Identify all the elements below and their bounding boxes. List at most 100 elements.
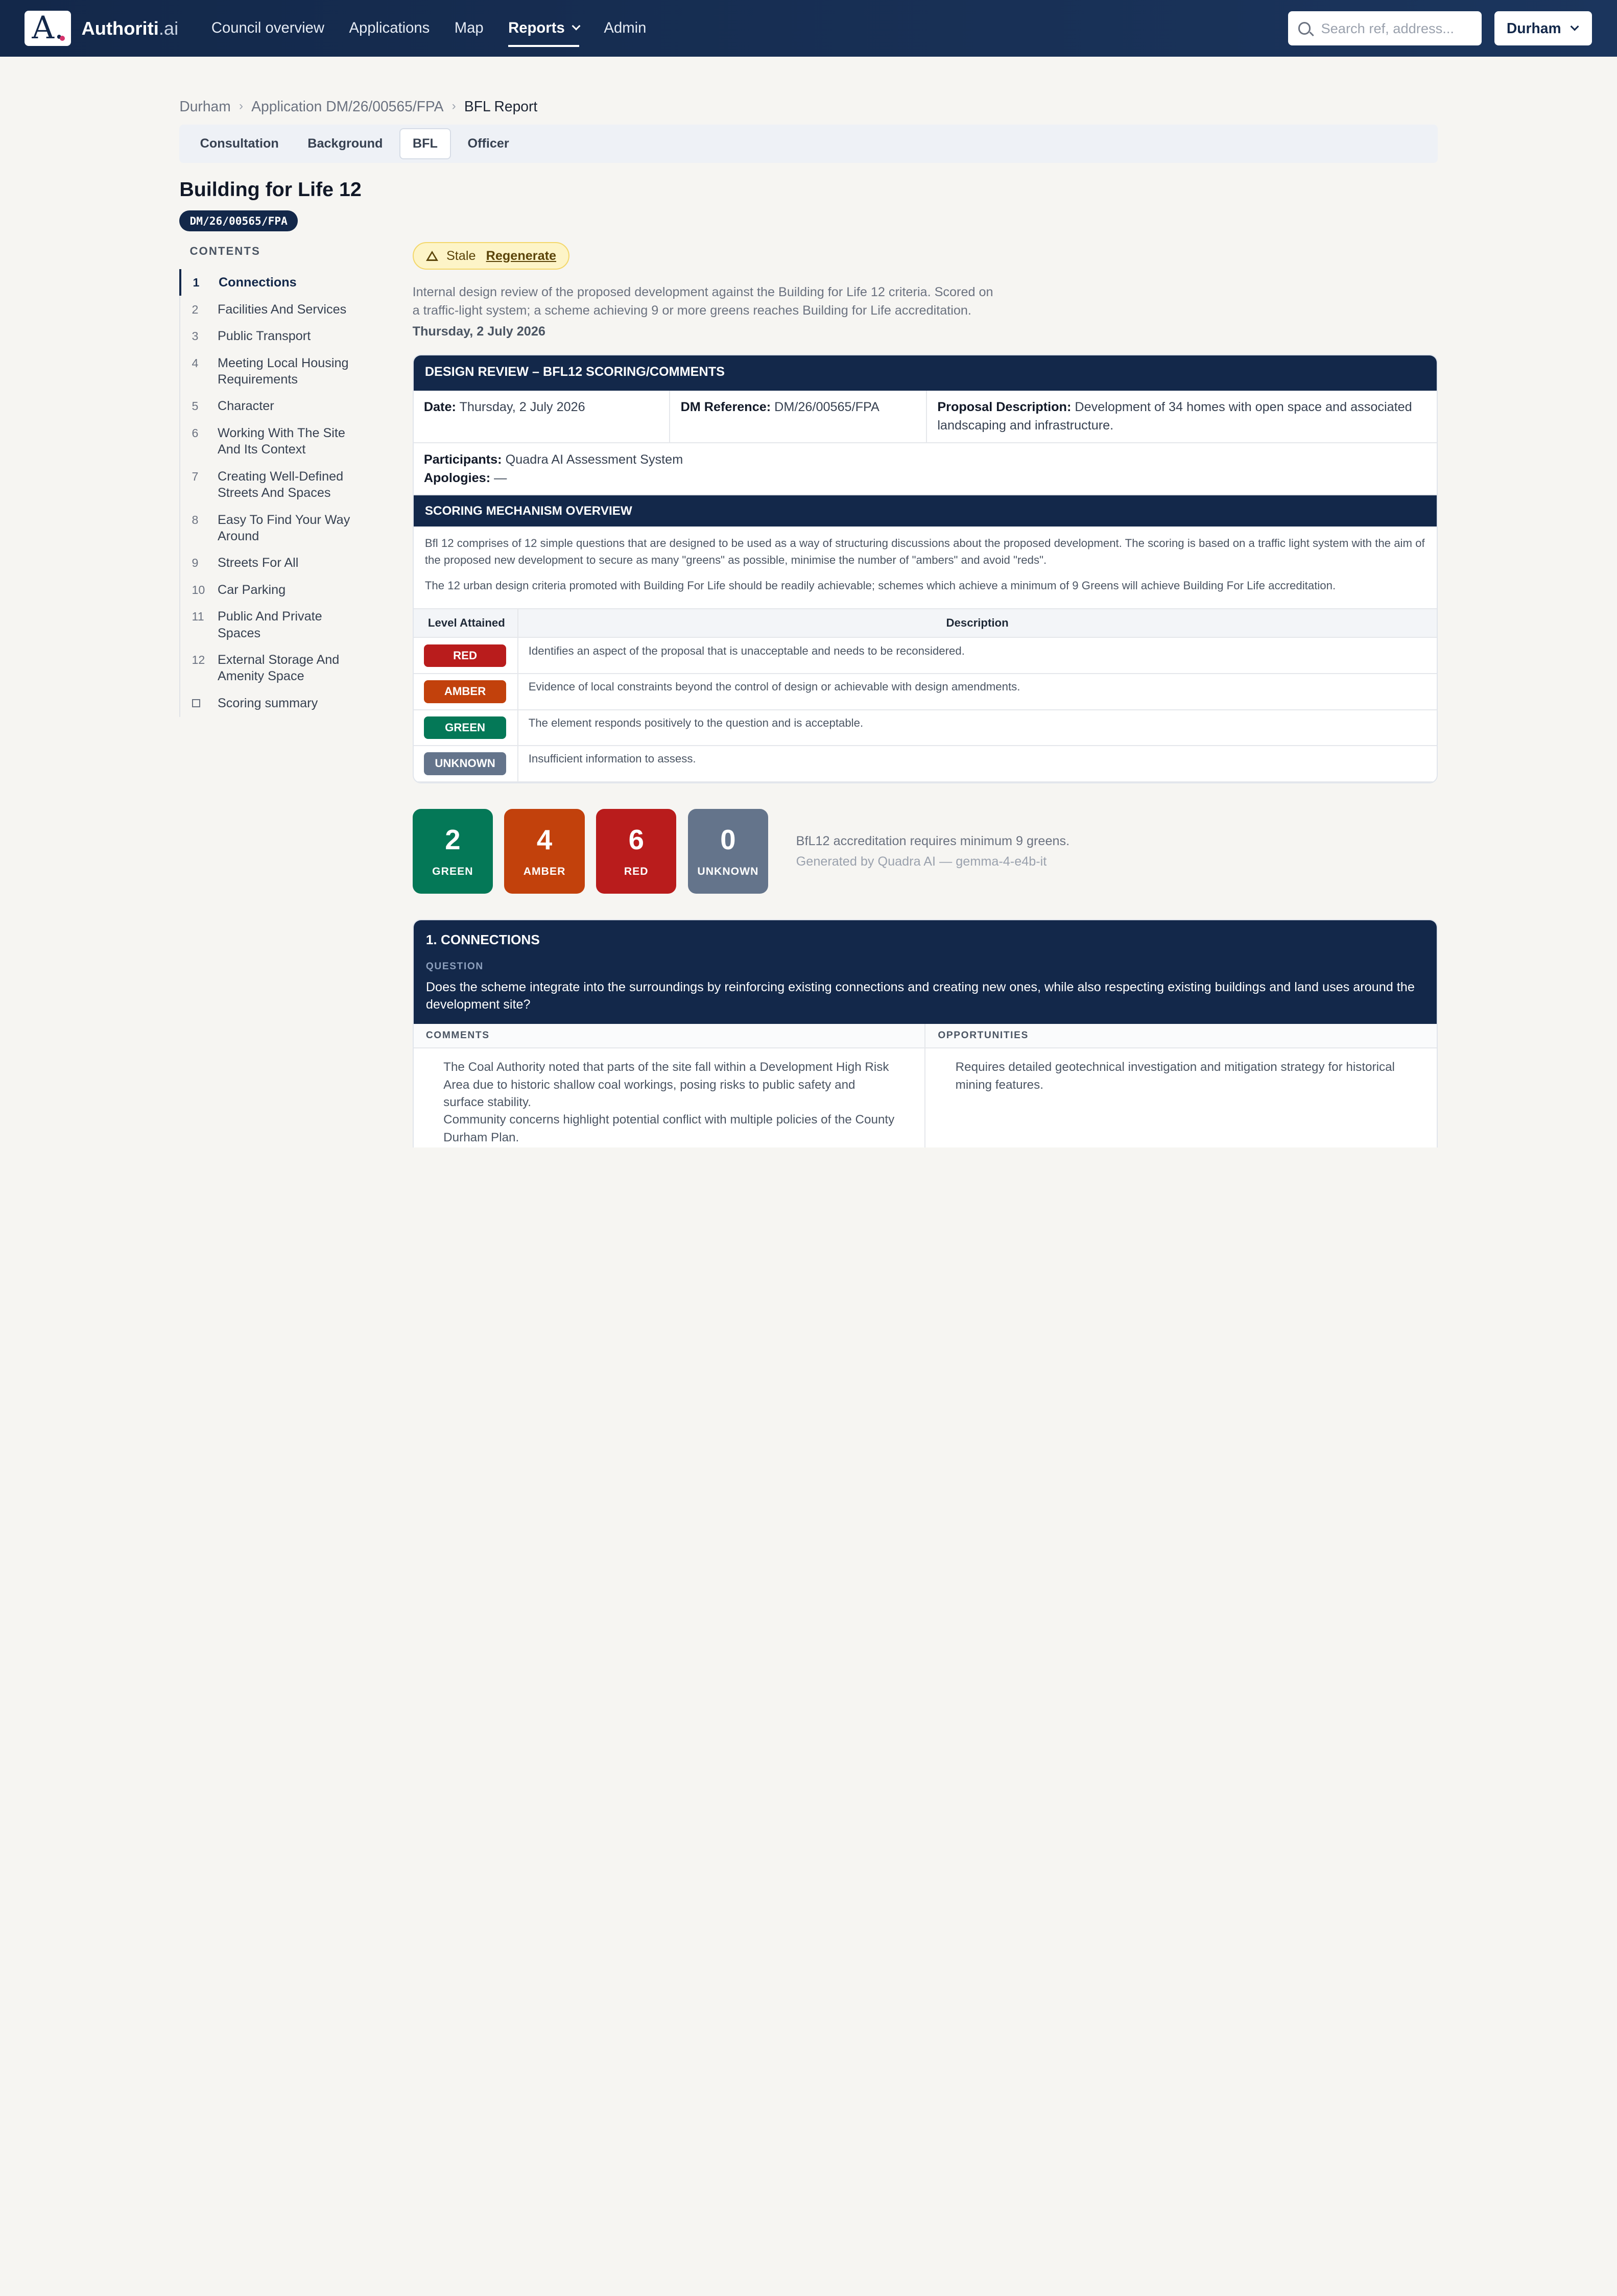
toc-item-housing[interactable]: 4 Meeting Local Housing Requirements <box>180 349 365 393</box>
logo-letter: A. <box>32 10 64 46</box>
breadcrumb-application[interactable]: Application DM/26/00565/FPA <box>251 98 443 115</box>
scoring-mechanism-paragraph: Bfl 12 comprises of 12 simple questions … <box>424 536 1425 567</box>
apologies-value: — <box>494 470 507 485</box>
level-badge-red: RED <box>423 644 507 667</box>
tab-consultation[interactable]: Consultation <box>187 129 291 158</box>
comment-item: Community concerns highlight potential c… <box>443 1113 895 1144</box>
question-label: QUESTION <box>425 961 484 972</box>
contents-list: 1 Connections 2 Facilities And Services 3 P… <box>179 269 365 717</box>
toc-label: Connections <box>218 275 297 290</box>
contents-heading: CONTENTS <box>189 244 260 257</box>
breadcrumb-council[interactable]: Durham <box>179 98 230 115</box>
main-content: Stale Regenerate Internal design review … <box>412 242 1438 1148</box>
table-row: AMBER Evidence of local constraints beyo… <box>413 674 1437 710</box>
participants-block: Participants: Quadra AI Assessment Syste… <box>413 443 1437 496</box>
nav-reports[interactable]: Reports <box>508 10 581 47</box>
search-box[interactable] <box>1288 11 1482 45</box>
question-text: Does the scheme integrate into the surro… <box>425 980 1415 1012</box>
toc-item-storage-amenity[interactable]: 12 External Storage And Amenity Space <box>180 647 365 690</box>
opportunities-column: OPPORTUNITIES Requires detailed geotechn… <box>924 1023 1437 1148</box>
stale-label: Stale <box>446 248 476 263</box>
levels-table-header: Level Attained Description <box>413 608 1437 638</box>
score-number: 0 <box>720 824 736 855</box>
council-select[interactable]: Durham <box>1494 11 1592 45</box>
opportunities-heading: OPPORTUNITIES <box>925 1023 1437 1049</box>
page-title: Building for Life 12 <box>179 178 362 201</box>
participants-label: Participants: <box>423 452 502 467</box>
nav-council-overview[interactable]: Council overview <box>211 10 324 47</box>
nav-admin-label: Admin <box>604 20 647 37</box>
top-nav: A. Authoriti.ai Council overview Applica… <box>0 0 1617 57</box>
comment-item: The Coal Authority noted that parts of t… <box>443 1060 889 1109</box>
search-input[interactable] <box>1321 20 1466 37</box>
council-select-value: Durham <box>1506 20 1561 37</box>
scoring-mechanism-heading: SCORING MECHANISM OVERVIEW <box>413 495 1437 527</box>
report-date: Thursday, 2 July 2026 <box>412 324 545 339</box>
score-label: UNKNOWN <box>697 866 759 878</box>
participants-value: Quadra AI Assessment System <box>505 452 683 467</box>
nav-admin[interactable]: Admin <box>604 10 646 47</box>
toc-label: Public Transport <box>217 329 311 344</box>
nav-links: Council overview Applications Map Report… <box>211 10 671 47</box>
level-badge-unknown: UNKNOWN <box>423 752 507 775</box>
review-ref-label: DM Reference: <box>680 399 771 414</box>
chevron-down-icon <box>1570 22 1579 32</box>
toc-label: Working With The Site And Its Context <box>217 425 345 457</box>
apologies-label: Apologies: <box>423 470 491 485</box>
level-cell: RED <box>413 637 518 675</box>
review-date-value: Thursday, 2 July 2026 <box>459 399 585 414</box>
tab-bfl[interactable]: BFL <box>399 128 451 160</box>
toc-label: Car Parking <box>217 582 286 597</box>
review-ref-value: DM/26/00565/FPA <box>774 399 879 414</box>
toc-item-wayfinding[interactable]: 8 Easy To Find Your Way Around <box>180 506 365 549</box>
opportunities-body: Requires detailed geotechnical investiga… <box>925 1048 1436 1104</box>
review-reference: DM Reference: DM/26/00565/FPA <box>670 390 928 442</box>
section-connections: 1. CONNECTIONS QUESTION Does the scheme … <box>412 919 1438 1148</box>
level-description: Insufficient information to assess. <box>517 746 1437 782</box>
intro-text: Internal design review of the proposed d… <box>412 284 993 318</box>
review-date-label: Date: <box>423 399 456 414</box>
score-label: GREEN <box>432 866 473 878</box>
toc-number: 5 <box>192 399 199 413</box>
reference-badge: DM/26/00565/FPA <box>179 210 298 232</box>
section-columns: COMMENTS The Coal Authority noted that p… <box>413 1023 1437 1148</box>
toc-item-connections[interactable]: 1 Connections <box>179 269 365 296</box>
page: A. Authoriti.ai Council overview Applica… <box>0 0 1617 1148</box>
level-badge-amber: AMBER <box>423 680 507 703</box>
tab-officer[interactable]: Officer <box>455 129 521 158</box>
toc-item-car-parking[interactable]: 10 Car Parking <box>180 577 365 604</box>
toc-item-character[interactable]: 5 Character <box>180 393 365 420</box>
toc-number: 3 <box>192 329 199 343</box>
toc-item-facilities[interactable]: 2 Facilities And Services <box>180 296 365 323</box>
score-red: 6 RED <box>596 809 677 894</box>
toc-item-streets-for-all[interactable]: 9 Streets For All <box>180 549 365 577</box>
toc-number: 2 <box>192 302 199 316</box>
nav-map-label: Map <box>454 20 484 37</box>
logo[interactable]: A. <box>25 10 72 46</box>
chevron-down-icon <box>572 21 581 31</box>
score-number: 2 <box>445 824 461 855</box>
nav-applications[interactable]: Applications <box>349 10 430 47</box>
toc-number: 11 <box>192 610 204 624</box>
score-note: BfL12 accreditation requires minimum 9 g… <box>796 831 1069 872</box>
level-description: Evidence of local constraints beyond the… <box>517 674 1437 710</box>
brand-name[interactable]: Authoriti.ai <box>82 18 179 39</box>
breadcrumb-separator-icon: › <box>239 99 244 113</box>
level-badge-green: GREEN <box>423 716 507 739</box>
toc-label: Character <box>217 399 274 414</box>
table-row: UNKNOWN Insufficient information to asse… <box>413 746 1437 782</box>
nav-map[interactable]: Map <box>455 10 484 47</box>
level-cell: UNKNOWN <box>413 746 518 782</box>
table-row: RED Identifies an aspect of the proposal… <box>413 637 1437 675</box>
regenerate-link[interactable]: Regenerate <box>486 249 556 264</box>
toc-item-public-private[interactable]: 11 Public And Private Spaces <box>180 603 365 647</box>
toc-item-site-context[interactable]: 6 Working With The Site And Its Context <box>180 420 365 463</box>
toc-item-scoring-summary[interactable]: Scoring summary <box>180 690 365 717</box>
score-number: 6 <box>628 824 644 855</box>
toc-number: 7 <box>192 469 199 483</box>
toc-item-public-transport[interactable]: 3 Public Transport <box>180 323 365 350</box>
tab-background[interactable]: Background <box>295 129 395 158</box>
toc-item-streets-spaces[interactable]: 7 Creating Well-Defined Streets And Space… <box>180 463 365 507</box>
accreditation-note: BfL12 accreditation requires minimum 9 g… <box>796 833 1070 848</box>
levels-table: Level Attained Description RED Identifie… <box>413 608 1437 782</box>
